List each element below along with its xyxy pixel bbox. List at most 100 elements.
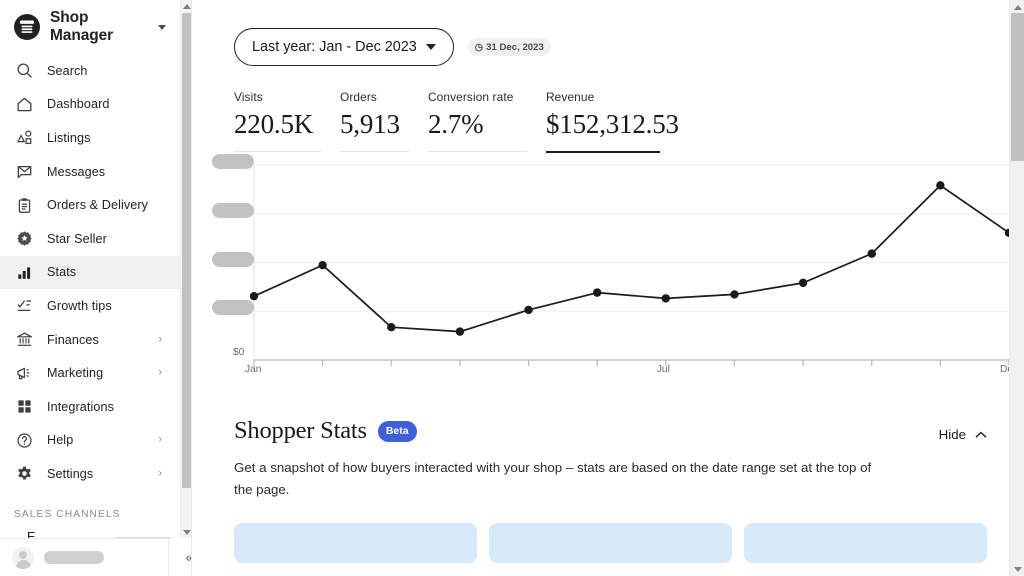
beta-badge: Beta (377, 420, 417, 442)
sidebar-item-label: Settings (47, 466, 94, 481)
metric-value: $152,312.53 (546, 109, 679, 139)
page-scrollbar-thumb[interactable] (1011, 13, 1024, 161)
sidebar-item-stats[interactable]: Stats (0, 255, 180, 290)
scroll-down-arrow-icon[interactable] (181, 526, 191, 538)
sidebar-item-label: Dashboard (47, 97, 110, 112)
date-range-select[interactable]: Last year: Jan - Dec 2023 (234, 28, 454, 66)
hide-shopper-stats-button[interactable]: Hide (939, 427, 987, 442)
sidebar-item-label: Star Seller (47, 231, 107, 246)
y-axis-zero-label: $0 (233, 347, 245, 358)
last-updated-date: 31 Dec, 2023 (486, 41, 544, 53)
metric-label: Conversion rate (428, 90, 514, 104)
x-axis-tick-jan: Jan (245, 364, 262, 375)
y-axis-label-redacted (212, 300, 254, 315)
shop-manager-brand[interactable]: Shop Manager (0, 0, 180, 54)
sidebar-item-help[interactable]: Help › (0, 424, 180, 458)
shopper-stats-title: Shopper Stats (234, 417, 367, 444)
shopper-stats-description: Get a snapshot of how buyers interacted … (234, 460, 872, 497)
sidebar-scrollbar[interactable] (180, 0, 191, 538)
chevron-up-icon (975, 429, 987, 441)
chart-canvas (249, 164, 1014, 366)
shopper-stat-card-placeholder[interactable] (234, 523, 477, 563)
metric-visits[interactable]: Visits 220.5K (234, 90, 340, 153)
sidebar-item-search[interactable]: Search (0, 54, 180, 88)
app-window: Shop Manager Search Dashboard Listings M… (0, 0, 1024, 576)
metric-value: 220.5K (234, 109, 314, 139)
bar-chart-icon (14, 262, 34, 282)
y-axis-label-redacted (212, 154, 254, 169)
scroll-down-arrow-icon[interactable] (1010, 562, 1024, 576)
megaphone-icon (14, 363, 34, 383)
chevron-right-icon: › (158, 467, 162, 480)
shapes-icon (14, 128, 34, 148)
hide-label: Hide (938, 427, 966, 442)
shopper-stats-section: Shopper Stats Beta Hide Get a snapshot o… (234, 417, 1024, 563)
chevron-right-icon: › (158, 366, 162, 379)
growth-checklist-icon (14, 296, 34, 316)
search-icon (14, 61, 34, 81)
sidebar-item-marketing[interactable]: Marketing › (0, 356, 180, 390)
user-avatar-icon (12, 546, 34, 569)
sidebar-item-label: Integrations (47, 399, 115, 414)
sidebar-item-growth-tips[interactable]: Growth tips (0, 289, 180, 323)
sidebar-item-settings[interactable]: Settings › (0, 457, 180, 491)
sidebar-item-label: Search (47, 63, 88, 78)
sidebar-scroll-area: Shop Manager Search Dashboard Listings M… (0, 0, 180, 576)
shopper-stats-header: Shopper Stats Beta (234, 417, 1024, 445)
sidebar-item-label: Orders & Delivery (47, 198, 149, 213)
chevron-right-icon: › (158, 433, 162, 446)
sidebar-item-label: Growth tips (47, 298, 112, 313)
sidebar-item-messages[interactable]: Messages (0, 155, 180, 189)
sidebar: Shop Manager Search Dashboard Listings M… (0, 0, 192, 576)
shopper-stat-card-placeholder[interactable] (489, 523, 732, 563)
page-scrollbar[interactable] (1009, 0, 1024, 576)
shop-manager-logo-icon (14, 14, 40, 40)
sidebar-item-label: Listings (47, 130, 91, 145)
sidebar-item-label: Help (47, 433, 74, 448)
username-redacted (44, 551, 104, 564)
sidebar-item-star-seller[interactable]: Star Seller (0, 222, 180, 256)
sidebar-item-integrations[interactable]: Integrations (0, 390, 180, 424)
metric-value: 2.7% (428, 109, 484, 139)
y-axis-label-redacted (212, 252, 254, 267)
metric-conversion-rate[interactable]: Conversion rate 2.7% (428, 90, 546, 153)
scroll-up-arrow-icon[interactable] (1010, 0, 1024, 14)
shop-manager-label: Shop Manager (50, 9, 114, 44)
metric-label: Orders (340, 90, 377, 104)
sidebar-item-label: Marketing (47, 366, 104, 381)
metrics-row: Visits 220.5K Orders 5,913 Conversion ra… (234, 90, 1024, 153)
sidebar-item-listings[interactable]: Listings (0, 121, 180, 155)
metric-value: 5,913 (340, 109, 400, 139)
sidebar-item-dashboard[interactable]: Dashboard (0, 88, 180, 122)
sidebar-section-heading: SALES CHANNELS (14, 508, 121, 520)
envelope-icon (14, 162, 34, 182)
clock-icon: ◷ (474, 41, 484, 53)
shopper-stat-card-placeholder[interactable] (744, 523, 987, 563)
star-badge-icon (14, 229, 34, 249)
sidebar-user-bar[interactable] (0, 538, 191, 576)
chevron-down-icon (425, 44, 436, 50)
collapse-sidebar-icon[interactable]: « (168, 538, 191, 576)
metric-orders[interactable]: Orders 5,913 (340, 90, 428, 153)
chevron-down-icon (158, 24, 166, 30)
chevron-right-icon: › (158, 333, 162, 346)
metric-label: Visits (234, 90, 263, 104)
last-updated-chip: ◷ 31 Dec, 2023 (467, 38, 551, 56)
sidebar-scrollbar-thumb[interactable] (182, 13, 191, 488)
metric-label: Revenue (546, 90, 595, 104)
bank-icon (14, 330, 34, 350)
metric-underline (340, 151, 409, 152)
sidebar-item-finances[interactable]: Finances › (0, 323, 180, 357)
sidebar-item-label: Messages (47, 164, 106, 179)
sidebar-item-label: Stats (47, 265, 77, 280)
date-range-toolbar: Last year: Jan - Dec 2023 ◷ 31 Dec, 2023 (234, 0, 1024, 66)
home-icon (14, 94, 34, 114)
shopper-stats-cards (234, 523, 987, 563)
x-axis-tick-jul: Jul (656, 364, 670, 375)
sidebar-item-orders-and-delivery[interactable]: Orders & Delivery (0, 188, 180, 222)
scroll-up-arrow-icon[interactable] (181, 0, 191, 12)
metric-underline (234, 151, 321, 152)
revenue-line-chart[interactable]: $0 Jan Jul Dec (212, 153, 1024, 379)
metric-underline (428, 151, 527, 152)
metric-revenue[interactable]: Revenue $152,312.53 (546, 90, 679, 153)
